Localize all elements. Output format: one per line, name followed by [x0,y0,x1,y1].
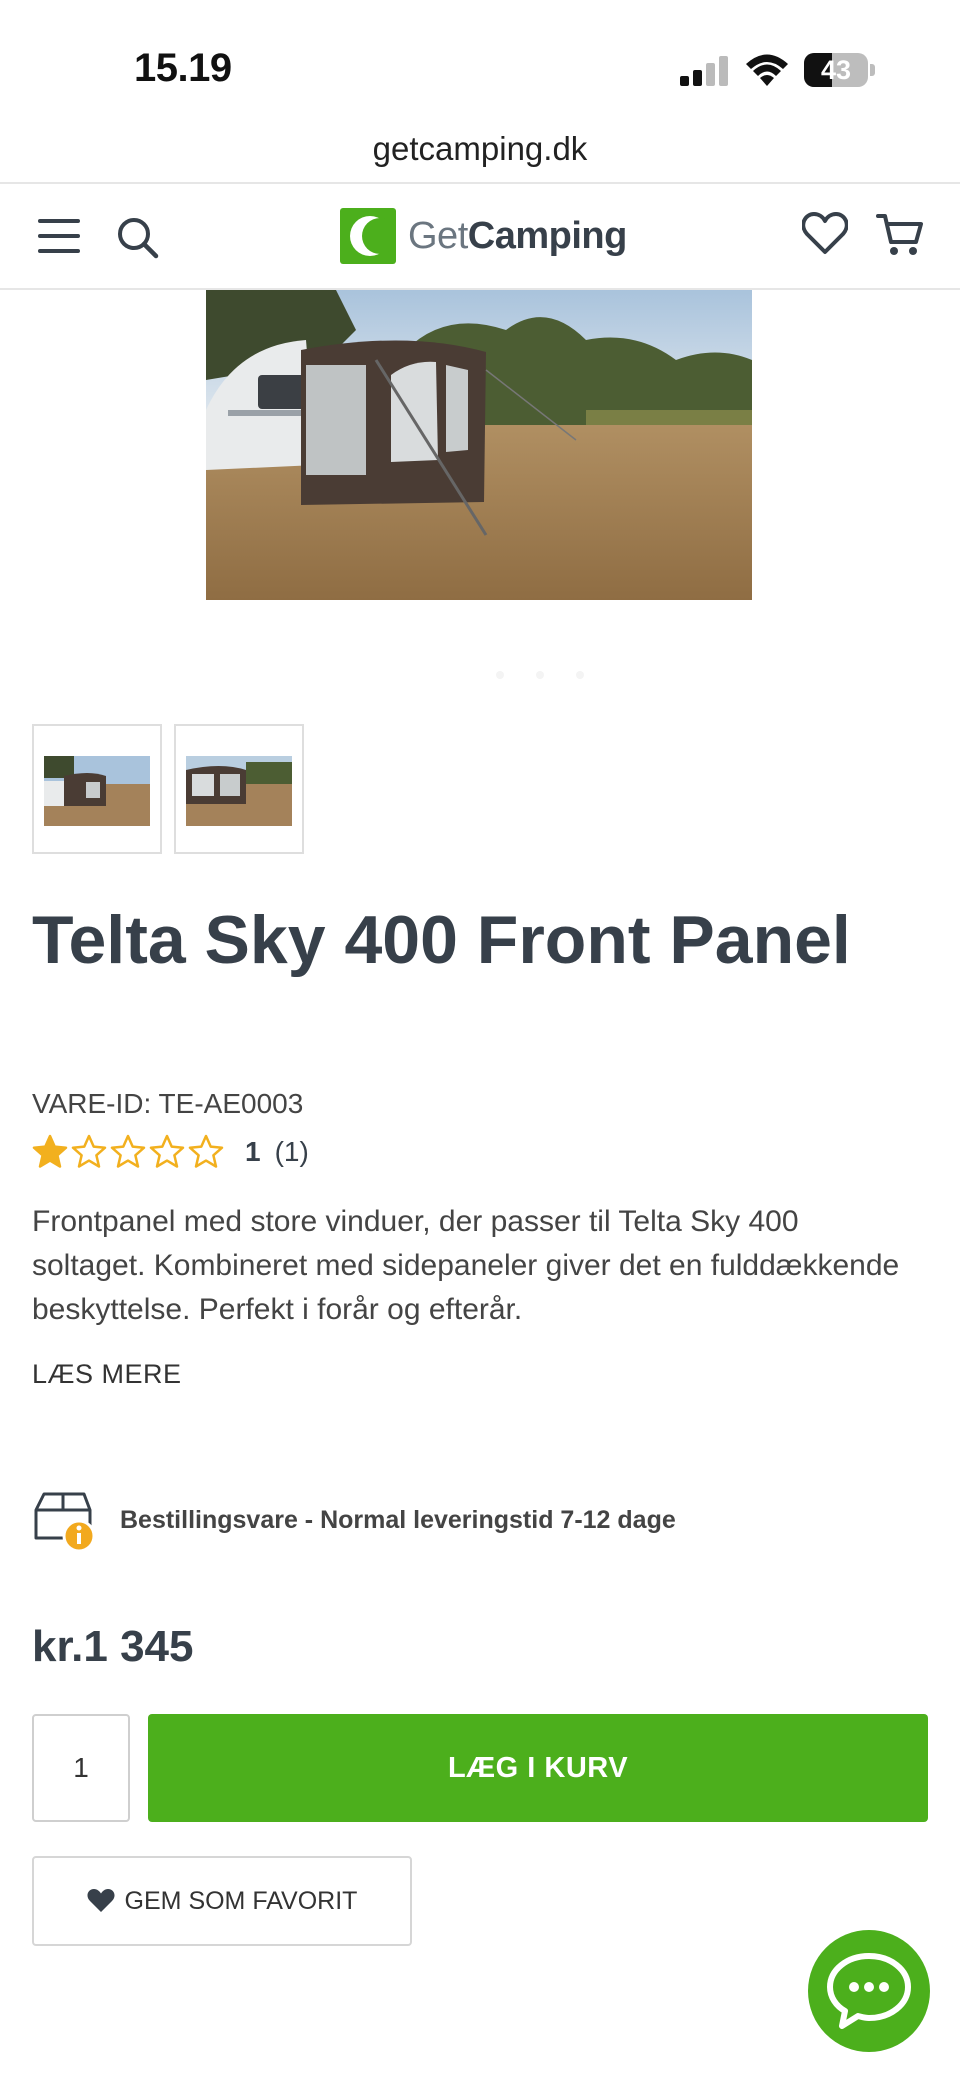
battery-percentage: 43 [820,55,852,85]
rating-stars [32,1134,227,1170]
image-carousel-dots [496,671,584,679]
product-main-image[interactable] [206,290,752,600]
product-thumbnail-2[interactable] [174,724,304,854]
delivery-info: Bestillingsvare - Normal leveringstid 7-… [32,1490,932,1554]
star-empty-icon [71,1134,107,1168]
rating-value: 1 [245,1136,261,1167]
battery-icon: 43 [804,53,875,87]
save-favorite-label: GEM SOM FAVORIT [124,1886,358,1915]
star-empty-icon [188,1134,224,1168]
add-to-cart-button[interactable]: LÆG I KURV [148,1714,928,1822]
product-title: Telta Sky 400 Front Panel [32,902,851,978]
star-empty-icon [149,1134,185,1168]
product-price: kr.1 345 [32,1622,194,1671]
address-bar[interactable]: getcamping.dk [0,130,960,182]
logo-text: GetCamping [408,214,627,257]
rating-count[interactable]: (1) [275,1136,309,1168]
delivery-text: Bestillingsvare - Normal leveringstid 7-… [120,1506,676,1534]
site-logo[interactable]: GetCamping [340,208,627,264]
chat-bubble-icon [827,1953,911,2029]
site-header: GetCamping [0,184,960,288]
read-more-link[interactable]: LÆS MERE [32,1359,182,1390]
product-sku: VARE-ID: TE-AE0003 [32,1088,304,1119]
box-info-icon [34,1492,96,1553]
logo-mark [340,208,396,264]
star-filled-icon [32,1134,68,1168]
heart-icon[interactable] [802,212,848,256]
chat-button[interactable] [808,1930,930,2052]
search-icon[interactable] [116,216,160,260]
heart-filled-icon [87,1889,115,1912]
save-favorite-button[interactable]: GEM SOM FAVORIT [32,1856,412,1946]
star-empty-icon [110,1134,146,1168]
product-thumbnail-1[interactable] [32,724,162,854]
url-text: getcamping.dk [372,130,588,167]
product-rating[interactable]: 1 (1) [32,1132,309,1172]
cart-icon[interactable] [876,212,924,258]
cellular-signal-icon [680,56,728,86]
status-bar: 15.19 43 [0,0,960,130]
menu-icon[interactable] [38,218,82,254]
product-description: Frontpanel med store vinduer, der passer… [32,1205,900,1326]
quantity-input[interactable] [32,1714,130,1822]
status-time: 15.19 [134,46,232,90]
wifi-icon [746,54,788,86]
